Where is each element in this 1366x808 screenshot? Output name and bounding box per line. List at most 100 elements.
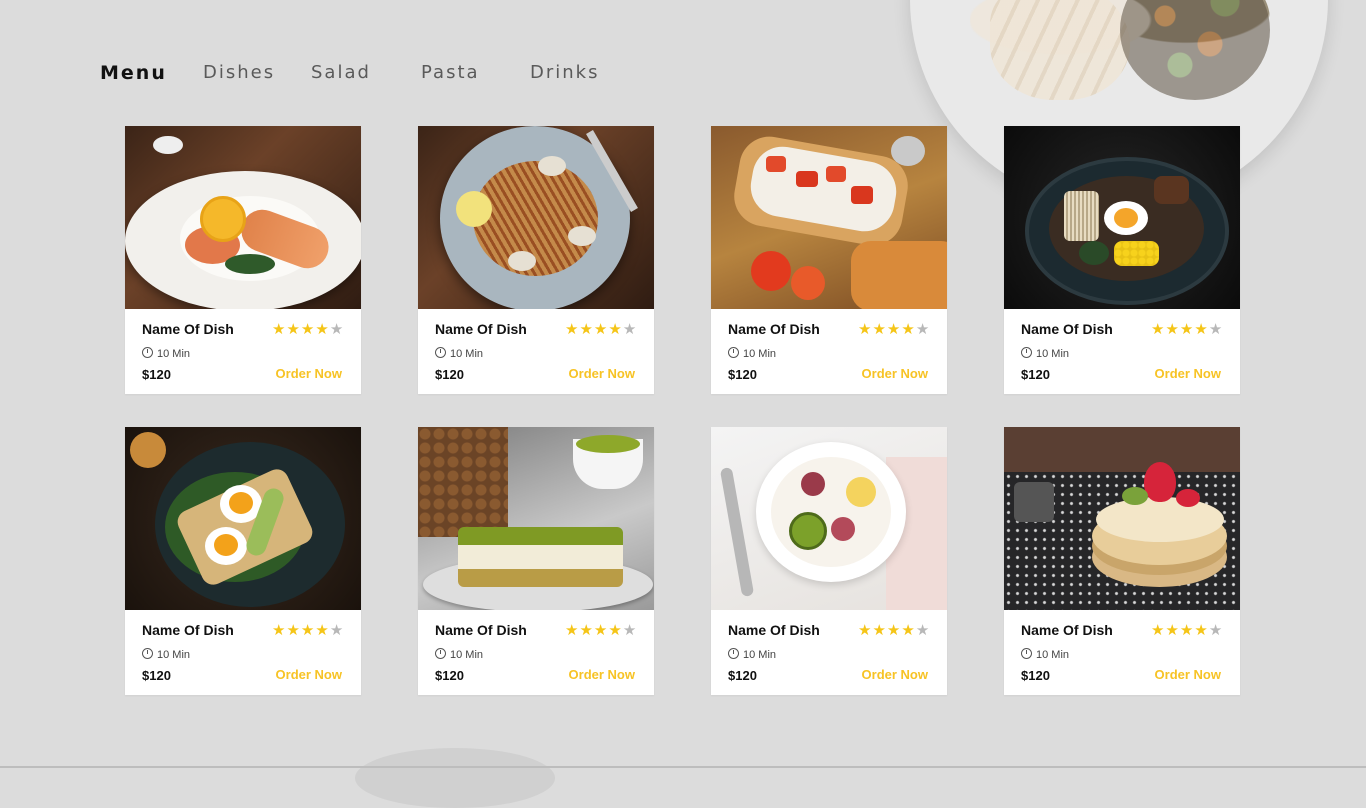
dish-card[interactable]: Name Of Dish ★★★★★ 10 Min $120 Order Now <box>711 427 947 695</box>
background-plate-bottom <box>355 748 555 808</box>
star-icon: ★ <box>272 621 287 639</box>
star-icon: ★ <box>329 621 345 639</box>
prep-time: 10 Min <box>435 346 483 360</box>
dish-card[interactable]: Name Of Dish ★★★★★ 10 Min $120 Order Now <box>1004 126 1240 394</box>
star-icon: ★ <box>1165 621 1180 639</box>
clock-icon <box>1021 347 1032 358</box>
dish-name: Name Of Dish <box>1021 622 1113 638</box>
star-icon: ★ <box>565 621 580 639</box>
order-now-button[interactable]: Order Now <box>862 366 928 381</box>
star-icon: ★ <box>608 621 623 639</box>
star-icon: ★ <box>1179 621 1195 639</box>
star-icon: ★ <box>1179 320 1195 338</box>
dish-card[interactable]: Name Of Dish ★★★★★ 10 Min $120 Order Now <box>711 126 947 394</box>
prep-time: 10 Min <box>1021 346 1069 360</box>
prep-time-label: 10 Min <box>450 649 484 661</box>
dish-card[interactable]: Name Of Dish ★★★★★ 10 Min $120 Order Now <box>125 126 361 394</box>
prep-time-label: 10 Min <box>450 348 484 360</box>
star-icon: ★ <box>608 320 623 338</box>
order-now-button[interactable]: Order Now <box>1155 667 1221 682</box>
rating-stars: ★★★★★ <box>1151 320 1223 338</box>
pistachio-cake-photo <box>418 427 654 610</box>
dish-name: Name Of Dish <box>142 622 234 638</box>
clock-icon <box>1021 648 1032 659</box>
rating-stars: ★★★★★ <box>565 621 637 639</box>
clock-icon <box>728 648 739 659</box>
dish-price: $120 <box>435 367 464 382</box>
star-icon: ★ <box>300 621 316 639</box>
clock-icon <box>435 648 446 659</box>
star-icon: ★ <box>286 621 301 639</box>
order-now-button[interactable]: Order Now <box>1155 366 1221 381</box>
nav-item-drinks[interactable]: Drinks <box>530 62 599 83</box>
prep-time-label: 10 Min <box>743 348 777 360</box>
rating-stars: ★★★★★ <box>272 320 344 338</box>
star-icon: ★ <box>915 621 931 639</box>
dish-card[interactable]: Name Of Dish ★★★★★ 10 Min $120 Order Now <box>418 126 654 394</box>
dish-card[interactable]: Name Of Dish ★★★★★ 10 Min $120 Order Now <box>125 427 361 695</box>
grilled-salmon-shrimp-photo <box>125 126 361 309</box>
ramen-bowl-photo <box>1004 126 1240 309</box>
order-now-button[interactable]: Order Now <box>276 667 342 682</box>
star-icon: ★ <box>579 320 594 338</box>
star-icon: ★ <box>300 320 316 338</box>
star-icon: ★ <box>1208 621 1224 639</box>
rating-stars: ★★★★★ <box>272 621 344 639</box>
nav-item-menu[interactable]: Menu <box>100 62 167 84</box>
star-icon: ★ <box>915 320 931 338</box>
clock-icon <box>142 648 153 659</box>
prep-time-label: 10 Min <box>157 348 191 360</box>
rating-stars: ★★★★★ <box>565 320 637 338</box>
prep-time-label: 10 Min <box>157 649 191 661</box>
dish-name: Name Of Dish <box>435 622 527 638</box>
dish-name: Name Of Dish <box>728 321 820 337</box>
prep-time-label: 10 Min <box>1036 348 1070 360</box>
clock-icon <box>435 347 446 358</box>
star-icon: ★ <box>1151 320 1166 338</box>
rating-stars: ★★★★★ <box>1151 621 1223 639</box>
clock-icon <box>728 347 739 358</box>
clam-spaghetti-photo <box>418 126 654 309</box>
star-icon: ★ <box>593 320 609 338</box>
star-icon: ★ <box>272 320 287 338</box>
strawberry-pancakes-photo <box>1004 427 1240 610</box>
dish-price: $120 <box>435 668 464 683</box>
star-icon: ★ <box>872 621 887 639</box>
nav-item-salad[interactable]: Salad <box>311 62 371 83</box>
prep-time: 10 Min <box>1021 647 1069 661</box>
nav-item-pasta[interactable]: Pasta <box>421 62 480 83</box>
order-now-button[interactable]: Order Now <box>569 667 635 682</box>
star-icon: ★ <box>858 621 873 639</box>
order-now-button[interactable]: Order Now <box>862 667 928 682</box>
star-icon: ★ <box>1194 621 1209 639</box>
dish-card[interactable]: Name Of Dish ★★★★★ 10 Min $120 Order Now <box>1004 427 1240 695</box>
star-icon: ★ <box>622 621 638 639</box>
dish-name: Name Of Dish <box>1021 321 1113 337</box>
fruit-yogurt-bowl-photo <box>711 427 947 610</box>
star-icon: ★ <box>579 621 594 639</box>
dish-name: Name Of Dish <box>435 321 527 337</box>
star-icon: ★ <box>901 621 916 639</box>
star-icon: ★ <box>315 320 330 338</box>
prep-time-label: 10 Min <box>1036 649 1070 661</box>
star-icon: ★ <box>886 621 902 639</box>
dish-name: Name Of Dish <box>728 622 820 638</box>
dish-price: $120 <box>142 367 171 382</box>
order-now-button[interactable]: Order Now <box>276 366 342 381</box>
nav-item-dishes[interactable]: Dishes <box>203 62 275 83</box>
star-icon: ★ <box>1151 621 1166 639</box>
order-now-button[interactable]: Order Now <box>569 366 635 381</box>
dish-card[interactable]: Name Of Dish ★★★★★ 10 Min $120 Order Now <box>418 427 654 695</box>
star-icon: ★ <box>593 621 609 639</box>
star-icon: ★ <box>622 320 638 338</box>
dish-price: $120 <box>728 668 757 683</box>
prep-time: 10 Min <box>728 346 776 360</box>
dish-price: $120 <box>728 367 757 382</box>
rating-stars: ★★★★★ <box>858 621 930 639</box>
star-icon: ★ <box>901 320 916 338</box>
dish-name: Name Of Dish <box>142 321 234 337</box>
star-icon: ★ <box>872 320 887 338</box>
prep-time-label: 10 Min <box>743 649 777 661</box>
star-icon: ★ <box>286 320 301 338</box>
prep-time: 10 Min <box>142 647 190 661</box>
